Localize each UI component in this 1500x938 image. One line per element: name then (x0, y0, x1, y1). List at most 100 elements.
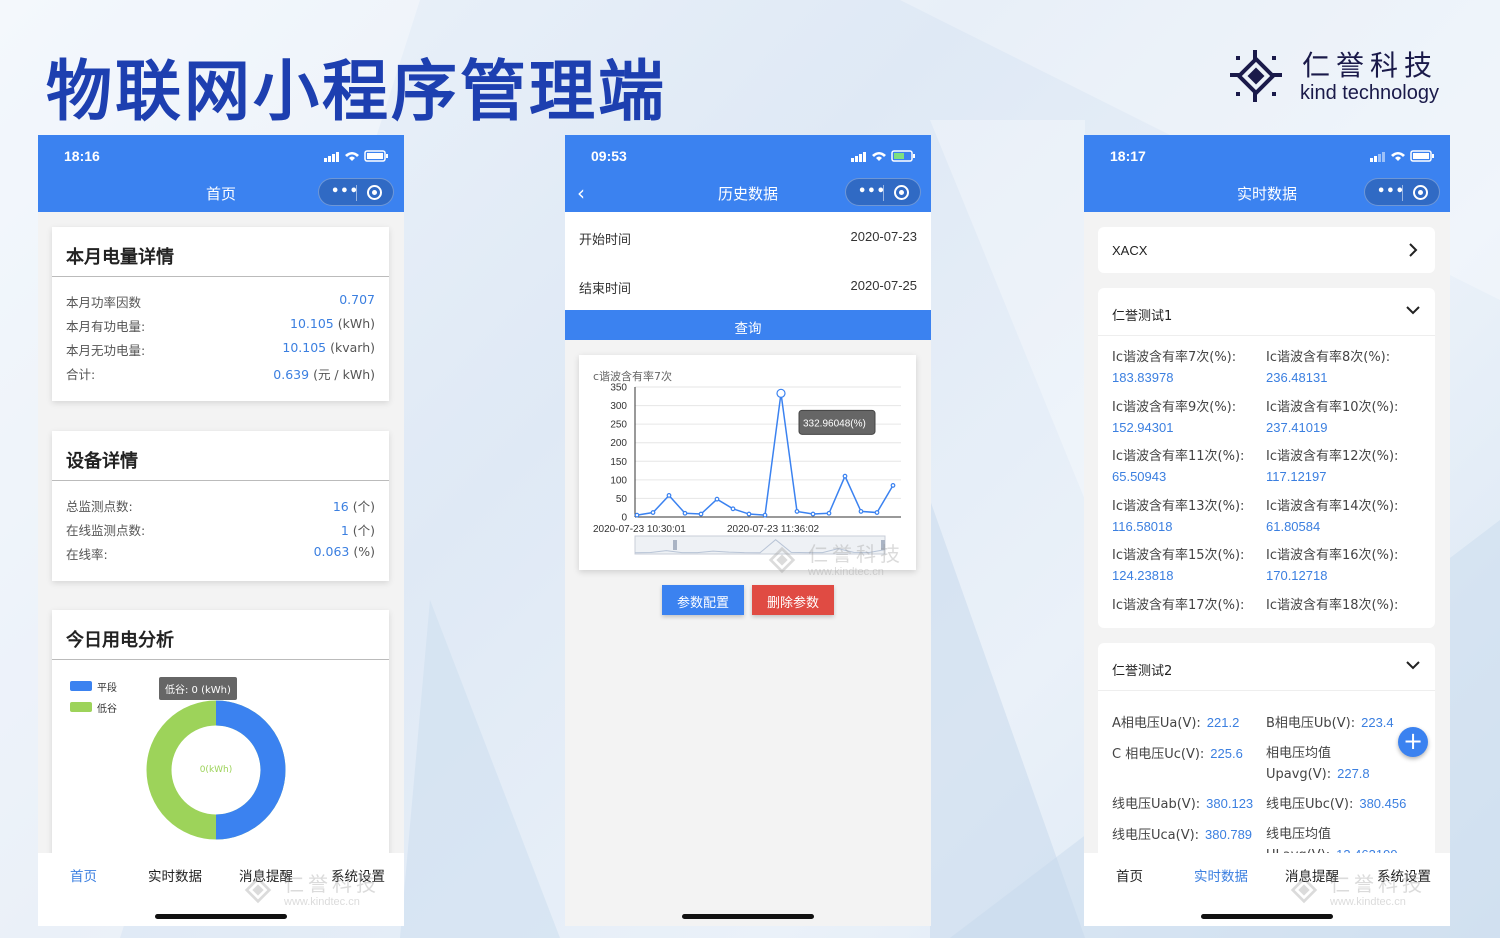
home-indicator (1201, 914, 1333, 919)
brand-name-en: kind technology (1300, 82, 1439, 104)
donut-center-label: 0(kWh) (199, 765, 233, 775)
legend-flat-label[interactable]: 平段 (97, 679, 117, 694)
status-icons (324, 150, 388, 162)
end-time-field[interactable]: 结束时间 2020-07-25 (565, 261, 931, 310)
reading-value: 183.83978 (1112, 370, 1174, 385)
chevron-right-icon[interactable] (1405, 242, 1421, 258)
reading-item: Ic谐波含有率15次(%): 124.23818 (1112, 546, 1272, 586)
chevron-down-icon[interactable] (1405, 657, 1421, 673)
kv-row: 总监测点数: 16 (个) (66, 499, 375, 514)
phone-realtime: 18:17 实时数据 ••• XACX 仁誉测试1 Ic谐波含有率7次(%): 1… (1084, 135, 1450, 926)
data-point (666, 493, 672, 498)
device-card: 设备详情 总监测点数: 16 (个) 在线监测点数: 1 (个) 在线率: 0.063… (52, 431, 389, 581)
watermark-logo-icon (1290, 876, 1318, 904)
reading-item: Ic谐波含有率11次(%): 65.50943 (1112, 447, 1272, 487)
y-tick-label: 350 (610, 383, 627, 394)
legend-valley-label[interactable]: 低谷 (97, 700, 117, 715)
tab-home[interactable]: 首页 (70, 865, 97, 885)
chart-tooltip-text: 332.96048(%) (803, 418, 866, 429)
query-button[interactable]: 查询 (565, 310, 931, 340)
capsule-menu[interactable]: ••• (1364, 178, 1440, 206)
page-title: 物联网小程序管理端 (46, 53, 667, 130)
reading-label: 线电压Uab(V): (1112, 797, 1201, 812)
param-config-button[interactable]: 参数配置 (662, 585, 744, 615)
data-point (794, 509, 800, 514)
tab-realtime[interactable]: 实时数据 (148, 865, 202, 885)
reading-value: 225.6 (1210, 746, 1243, 761)
capsule-menu[interactable]: ••• (845, 178, 921, 206)
device-name: XACX (1112, 243, 1148, 258)
data-point (858, 509, 864, 514)
tab-home[interactable]: 首页 (1116, 865, 1143, 885)
reading-label: 线电压Uca(V): (1112, 828, 1200, 843)
reading-label: Ic谐波含有率14次(%): (1266, 498, 1399, 514)
close-miniprogram-icon[interactable] (367, 185, 382, 200)
tab-bar: 首页 实时数据 消息提醒 系统设置 仁誉科技 www.kindtec.cn (38, 853, 404, 926)
status-time: 09:53 (591, 148, 627, 164)
y-tick-label: 50 (616, 494, 628, 505)
data-point (698, 511, 704, 517)
reading-item: Ic谐波含有率14次(%): 61.80584 (1266, 497, 1426, 537)
add-button[interactable]: + (1398, 727, 1428, 757)
group-test2-header[interactable]: 仁誉测试2 (1098, 643, 1435, 691)
watermark: 仁誉科技 www.kindtec.cn (238, 868, 388, 912)
nav-bar: ‹ 历史数据 ••• (565, 175, 931, 212)
reading-item: Ic谐波含有率18次(%): (1266, 596, 1426, 616)
watermark: 仁誉科技 www.kindtec.cn (762, 538, 912, 582)
nav-bar: 实时数据 ••• (1084, 175, 1450, 212)
kv-row: 本月功率因数 0.707 (66, 292, 375, 310)
reading-value: 221.2 (1206, 715, 1240, 730)
watermark-logo-icon (244, 876, 272, 904)
tab-realtime[interactable]: 实时数据 (1194, 865, 1248, 885)
x-tick-label: 2020-07-23 11:36:02 (727, 524, 820, 535)
kv-row: 本月无功电量: 10.105 (kvarh) (66, 340, 375, 358)
y-tick-label: 300 (610, 401, 627, 412)
watermark: 仁誉科技 www.kindtec.cn (1284, 868, 1434, 912)
brand-name-cn: 仁誉科技 (1302, 49, 1439, 82)
reading-label: Ic谐波含有率11次(%): (1112, 449, 1245, 464)
reading-value: 236.48131 (1266, 370, 1328, 385)
data-point (810, 511, 816, 517)
legend-flat-swatch (70, 681, 92, 691)
data-point (682, 510, 688, 516)
reading-item: 线电压Ubc(V): 380.456 (1266, 794, 1426, 815)
chevron-down-icon[interactable] (1405, 302, 1421, 318)
data-point (762, 512, 768, 518)
reading-label: 线电压Ubc(V): (1266, 797, 1354, 812)
reading-value: 380.456 (1359, 796, 1407, 811)
reading-value: 61.80584 (1266, 518, 1321, 534)
reading-label: A相电压Ua(V): (1112, 716, 1201, 731)
donut-tooltip: 低谷: 0 (kWh) (159, 677, 237, 700)
reading-value: 116.58018 (1112, 518, 1173, 534)
device-selector[interactable]: XACX (1098, 227, 1435, 273)
history-chart-card: c谐波含有率7次 0 50 100 150 200 250 300 350 2020-07-23 … (579, 355, 916, 578)
delete-param-button[interactable]: 删除参数 (752, 585, 834, 615)
close-miniprogram-icon[interactable] (1413, 185, 1428, 200)
today-analysis-card: 今日用电分析 平段 低谷 低谷: 0 (kWh) 0(kWh) (52, 610, 389, 870)
capsule-menu[interactable]: ••• (318, 178, 394, 206)
group-test1-header[interactable]: 仁誉测试1 (1098, 288, 1435, 336)
reading-item: Ic谐波含有率9次(%): 152.94301 (1112, 398, 1272, 438)
more-icon[interactable]: ••• (858, 184, 886, 199)
status-bar: 09:53 (565, 135, 931, 175)
status-bar: 18:17 (1084, 135, 1450, 175)
status-bar: 18:16 (38, 135, 404, 175)
reading-item: Ic谐波含有率17次(%): (1112, 596, 1272, 616)
more-icon[interactable]: ••• (1377, 184, 1405, 199)
reading-label: Ic谐波含有率10次(%): (1266, 399, 1399, 415)
watermark-logo-icon (768, 546, 796, 574)
phone-history: 09:53 ‹ 历史数据 ••• 开始时间 2020-07-23 结束时间 20… (565, 135, 931, 926)
start-time-field[interactable]: 开始时间 2020-07-23 (565, 212, 931, 261)
close-miniprogram-icon[interactable] (894, 185, 909, 200)
reading-value: 117.12197 (1266, 469, 1327, 484)
reading-item: 线电压Uab(V): 380.123 (1112, 794, 1267, 815)
reading-label: Ic谐波含有率8次(%): (1266, 350, 1391, 365)
brand-logo-block: 仁誉科技 kind technology (1226, 44, 1446, 108)
more-icon[interactable]: ••• (331, 184, 359, 199)
data-point (634, 512, 640, 518)
reading-label: B相电压Ub(V): (1266, 716, 1356, 731)
group-test1: 仁誉测试1 Ic谐波含有率7次(%): 183.83978 Ic谐波含有率8次(%)… (1098, 288, 1435, 628)
data-point (842, 473, 848, 479)
tab-bar: 首页 实时数据 消息提醒 系统设置 仁誉科技 www.kindtec.cn (1084, 853, 1450, 926)
phone-home: 18:16 首页 ••• 本月电量详情 本月功率因数 0.707 本月有功电量: 1… (38, 135, 404, 926)
